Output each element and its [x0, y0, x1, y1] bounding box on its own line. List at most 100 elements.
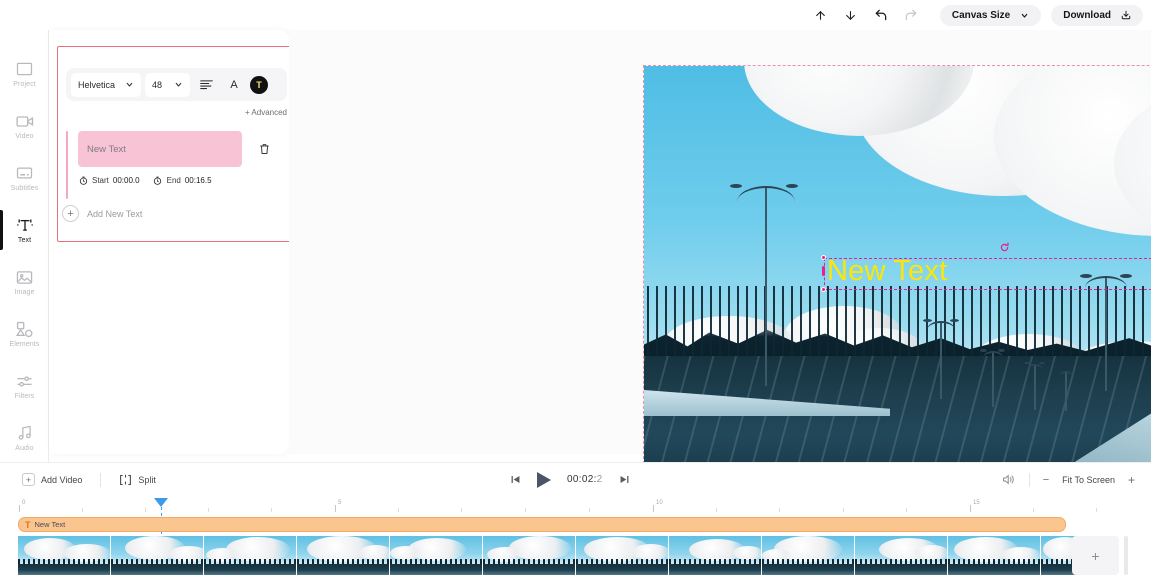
redo-icon[interactable]	[896, 2, 926, 28]
add-new-text-label: Add New Text	[87, 209, 142, 219]
text-content-input[interactable]: New Text	[78, 131, 242, 167]
sidebar-item-project[interactable]: Project	[0, 48, 49, 100]
split-button[interactable]: Split	[119, 474, 156, 486]
video-canvas[interactable]: New Text	[644, 66, 1151, 478]
align-left-icon	[200, 79, 213, 90]
font-size-value: 48	[152, 80, 162, 90]
sidebar-item-label: Text	[18, 237, 31, 244]
undo-icon[interactable]	[866, 2, 896, 28]
video-thumbnail[interactable]	[762, 536, 854, 575]
tree-texture	[644, 286, 1151, 360]
text-highlight-swatch[interactable]: T	[250, 76, 268, 94]
video-thumbnail[interactable]	[390, 536, 482, 575]
sidebar-item-text[interactable]: Text	[0, 204, 49, 256]
elements-icon	[16, 320, 34, 338]
canvas-size-label: Canvas Size	[952, 10, 1010, 21]
timeline-video-track[interactable]	[18, 536, 1087, 575]
street-lamp	[736, 186, 796, 386]
top-toolbar: Canvas Size Download	[0, 0, 1151, 30]
font-family-select[interactable]: Helvetica	[71, 73, 141, 97]
sidebar-item-label: Subtitles	[11, 185, 39, 192]
text-align-button[interactable]	[194, 73, 218, 97]
add-video-button[interactable]: + Add Video	[22, 473, 82, 486]
skip-previous-icon[interactable]	[510, 474, 521, 485]
add-new-text-button[interactable]: + Add New Text	[62, 205, 142, 222]
filters-icon	[16, 372, 34, 390]
zoom-out-button[interactable]: −	[1043, 474, 1049, 486]
street-lamp	[926, 321, 956, 399]
arrow-up-icon[interactable]	[806, 2, 836, 28]
add-clip-button[interactable]: +	[1072, 536, 1119, 575]
video-thumbnail[interactable]	[576, 536, 668, 575]
timeline: 0 5 10 15 T New Text	[0, 496, 1151, 579]
video-thumbnail[interactable]	[111, 536, 203, 575]
sidebar-item-subtitles[interactable]: Subtitles	[0, 152, 49, 204]
video-thumbnail[interactable]	[204, 536, 296, 575]
sidebar-item-label: Project	[13, 81, 36, 88]
sidebar-item-label: Image	[15, 289, 35, 296]
canvas-size-button[interactable]: Canvas Size	[940, 5, 1041, 26]
end-value[interactable]: 00:16.5	[185, 176, 212, 185]
current-time-frames: 2	[597, 474, 603, 485]
video-icon	[16, 112, 34, 130]
volume-icon[interactable]	[1002, 473, 1016, 486]
street-lamp	[982, 351, 1004, 407]
clock-icon	[153, 175, 163, 185]
font-family-value: Helvetica	[78, 80, 115, 90]
font-size-select[interactable]: 48	[145, 73, 190, 97]
street-lamp	[1059, 371, 1073, 411]
image-icon	[16, 268, 34, 286]
plus-icon: +	[62, 205, 79, 222]
left-sidebar: Project Video Subtitles Text Image	[0, 30, 49, 464]
plus-icon: +	[22, 473, 35, 486]
timeline-scrollbar[interactable]	[1124, 536, 1128, 575]
text-format-toolbar: Helvetica 48 A T	[66, 68, 287, 101]
bottom-toolbar: + Add Video Split 00:02:2	[0, 462, 1151, 496]
text-item-row: New Text Start 00:00.0 End 00:16.5	[66, 131, 281, 199]
sidebar-item-label: Filters	[15, 393, 35, 400]
font-color-button[interactable]: A	[222, 73, 246, 97]
road	[644, 356, 1151, 478]
download-button[interactable]: Download	[1051, 5, 1143, 26]
playhead-handle[interactable]	[154, 498, 168, 507]
start-value[interactable]: 00:00.0	[113, 176, 140, 185]
canvas-overlay-text[interactable]: New Text	[827, 255, 947, 288]
street-lamp	[1026, 364, 1044, 410]
subtitles-icon	[16, 164, 34, 182]
sidebar-item-label: Elements	[10, 341, 40, 348]
video-thumbnail[interactable]	[948, 536, 1040, 575]
video-thumbnail[interactable]	[669, 536, 761, 575]
zoom-in-button[interactable]: +	[1128, 473, 1135, 487]
delete-text-button[interactable]	[256, 141, 272, 157]
sidebar-item-image[interactable]: Image	[0, 256, 49, 308]
canvas-stage: New Text	[289, 30, 1151, 454]
play-button[interactable]	[537, 472, 551, 488]
advanced-toggle[interactable]: + Advanced	[66, 108, 287, 117]
highlight-letter: T	[256, 80, 262, 90]
sidebar-item-audio[interactable]: Audio	[0, 412, 49, 464]
text-timing-row: Start 00:00.0 End 00:16.5	[78, 175, 221, 185]
skip-next-icon[interactable]	[619, 474, 630, 485]
end-label: End	[167, 176, 181, 185]
fit-to-screen-label[interactable]: Fit To Screen	[1062, 475, 1115, 485]
split-label: Split	[138, 475, 156, 485]
timeline-text-clip[interactable]: T New Text	[18, 517, 1066, 532]
sidebar-item-video[interactable]: Video	[0, 100, 49, 152]
resize-handle-left[interactable]	[822, 266, 825, 276]
video-thumbnail[interactable]	[855, 536, 947, 575]
download-label: Download	[1063, 10, 1111, 21]
ruler-label: 5	[338, 500, 341, 506]
text-clip-label: New Text	[35, 520, 66, 529]
toolbar-divider	[100, 473, 101, 487]
video-thumbnail[interactable]	[297, 536, 389, 575]
resize-handle-top-left[interactable]	[821, 255, 826, 260]
timeline-ruler[interactable]: 0 5 10 15	[0, 500, 1151, 516]
sidebar-item-elements[interactable]: Elements	[0, 308, 49, 360]
video-thumbnail[interactable]	[18, 536, 110, 575]
rotate-icon[interactable]	[999, 242, 1010, 253]
current-time-display: 00:02:2	[567, 474, 602, 485]
video-thumbnail[interactable]	[483, 536, 575, 575]
sidebar-item-filters[interactable]: Filters	[0, 360, 49, 412]
arrow-down-icon[interactable]	[836, 2, 866, 28]
resize-handle-bottom-left[interactable]	[821, 287, 826, 292]
